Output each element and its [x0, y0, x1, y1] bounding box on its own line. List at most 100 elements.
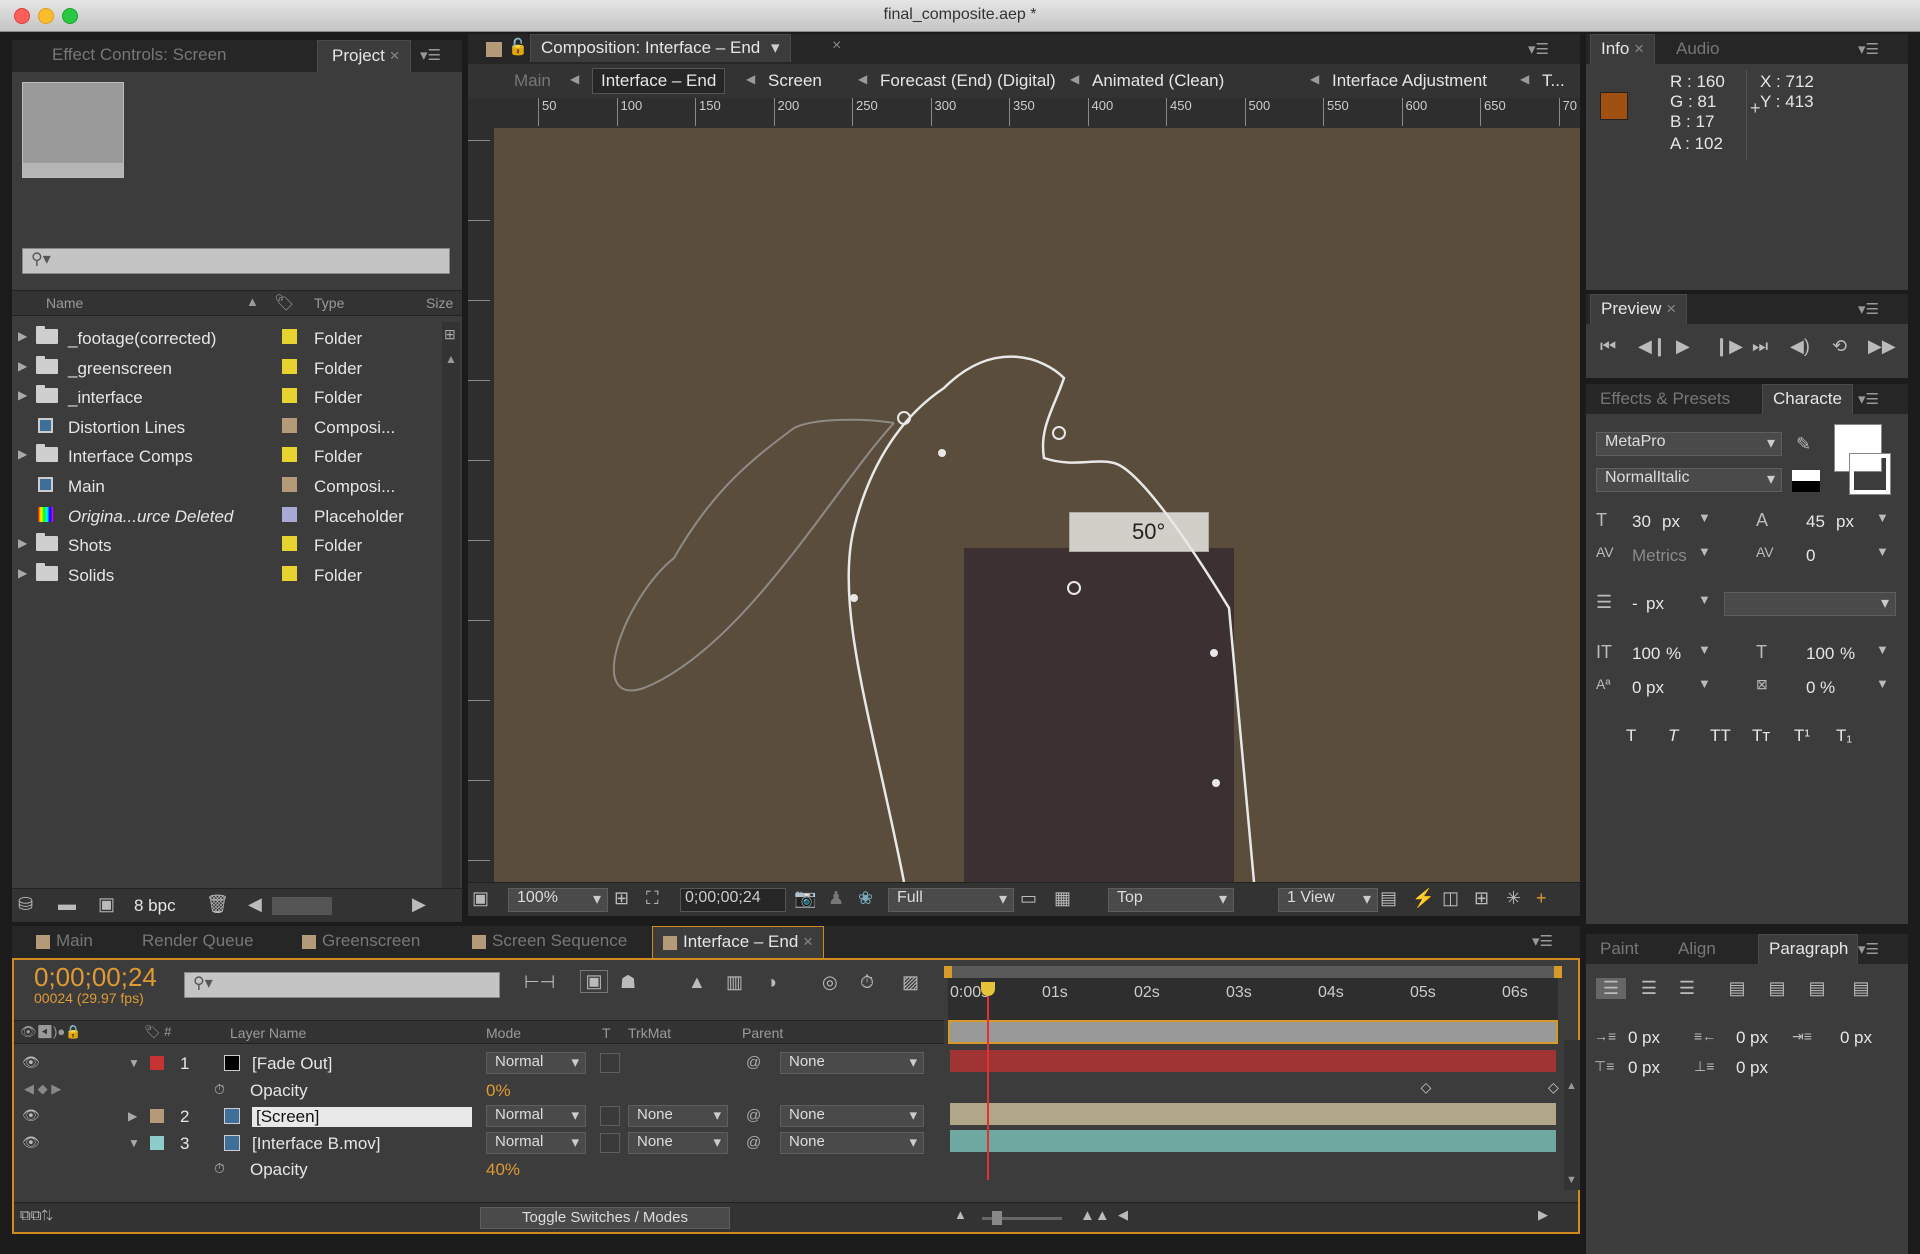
text-style-button[interactable]: Tт — [1752, 726, 1770, 746]
mask-vertex[interactable] — [1210, 649, 1218, 657]
layer-duration-bar[interactable] — [950, 1129, 1556, 1152]
space-before-value[interactable]: 0 — [1628, 1058, 1637, 1078]
layer-property-row[interactable]: ⏱ Opacity 40% — [14, 1156, 944, 1182]
text-style-button[interactable]: T — [1668, 726, 1678, 746]
project-item[interactable]: ▶ Solids Folder — [12, 561, 432, 590]
label-color-swatch[interactable] — [282, 477, 297, 492]
scroll-left-icon[interactable]: ◀ — [1118, 1207, 1128, 1223]
motion-blur-icon[interactable]: ✳ — [1506, 888, 1521, 909]
frame-blending-icon[interactable]: ▲ — [688, 972, 706, 993]
audio-icon[interactable]: ◀) — [1790, 336, 1810, 357]
scroll-right-icon[interactable]: ▶ — [412, 894, 426, 915]
graph-editor-icon[interactable]: ◎ — [822, 972, 838, 993]
tab-align[interactable]: Align — [1668, 934, 1726, 964]
project-item[interactable]: ▶ _interface Folder — [12, 383, 432, 412]
keyframe-marker[interactable]: ◇ — [1421, 1079, 1432, 1096]
scroll-right-icon[interactable]: ▶ — [1538, 1207, 1548, 1223]
tsume-dropdown-icon[interactable]: ▼ — [1876, 676, 1889, 691]
new-folder-icon[interactable]: ▬ — [58, 894, 76, 915]
label-color-swatch[interactable] — [282, 417, 297, 433]
zoom-navigator[interactable] — [948, 1020, 1558, 1044]
stroke-width-value[interactable]: - — [1632, 594, 1638, 614]
label-tag-icon[interactable]: 🏷 # — [144, 1024, 171, 1040]
mask-vertex[interactable] — [1212, 779, 1220, 787]
font-family-dropdown[interactable]: MetaPro — [1596, 432, 1782, 456]
stroke-width-dropdown-icon[interactable]: ▼ — [1698, 592, 1711, 607]
project-item[interactable]: ▶ _greenscreen Folder — [12, 354, 432, 383]
col-mode[interactable]: Mode — [486, 1025, 521, 1041]
hide-shy-layers-icon[interactable]: ☗ — [620, 972, 636, 993]
comp-viewer[interactable]: 50° — [494, 128, 1580, 882]
indent-left-value[interactable]: 0 — [1628, 1028, 1637, 1048]
sort-arrow-icon[interactable]: ▲ — [246, 294, 259, 309]
tab-effect-controls[interactable]: Effect Controls: Screen — [42, 40, 237, 72]
project-item[interactable]: ▶ _footage(corrected) Folder — [12, 324, 432, 353]
trash-icon[interactable]: 🗑 — [206, 894, 229, 915]
breadcrumb-item[interactable]: Interface – End — [592, 68, 726, 94]
expand-arrow-icon[interactable]: ▶ — [18, 566, 27, 580]
expand-arrow-icon[interactable]: ▶ — [18, 536, 27, 550]
text-style-button[interactable]: TT — [1710, 726, 1731, 746]
project-scrollbar[interactable]: ⊞ ▲ ▼ — [442, 322, 460, 912]
label-color-swatch[interactable] — [150, 1109, 164, 1123]
layer-name[interactable]: [Interface B.mov] — [252, 1134, 381, 1154]
expand-arrow-icon[interactable]: ▶ — [18, 359, 27, 373]
loop-icon[interactable]: ⟲ — [1832, 336, 1847, 357]
project-item[interactable]: ▶ Interface Comps Folder — [12, 442, 432, 471]
label-color-swatch[interactable] — [282, 329, 297, 344]
play-icon[interactable]: ▶ — [1676, 336, 1690, 357]
time-ruler[interactable]: 0:00s 01s 02s 03s 04s 05s 06s — [944, 966, 1562, 1020]
default-colors-icon[interactable] — [1792, 470, 1820, 492]
scroll-down-icon[interactable]: ▼ — [1566, 1174, 1577, 1186]
track-matte-dropdown[interactable]: None — [628, 1131, 728, 1154]
breadcrumb-item[interactable]: Animated (Clean) — [1092, 71, 1224, 91]
expand-arrow-icon[interactable]: ▼ — [128, 1056, 140, 1070]
timeline-tab[interactable]: Main — [26, 926, 103, 958]
tab-project[interactable]: Project × — [317, 40, 411, 72]
justify-right-icon[interactable]: ▤ — [1802, 978, 1832, 999]
toggle-pixel-icon[interactable]: ▤ — [1380, 888, 1397, 909]
leading-value[interactable]: 45 — [1806, 512, 1825, 532]
justify-center-icon[interactable]: ▤ — [1762, 978, 1792, 999]
preserve-transparency-checkbox[interactable] — [600, 1053, 620, 1073]
current-time-handle[interactable] — [981, 982, 996, 996]
breadcrumb-item[interactable]: Interface Adjustment — [1332, 71, 1487, 91]
panel-menu-icon[interactable]: ▾☰ — [1858, 940, 1879, 958]
font-style-dropdown[interactable]: NormalItalic — [1596, 468, 1782, 492]
draft-3d-icon[interactable]: ▣ — [580, 970, 608, 993]
blend-mode-dropdown[interactable]: Normal — [486, 1105, 586, 1127]
col-layer-name[interactable]: Layer Name — [230, 1025, 306, 1041]
tab-info[interactable]: Info × — [1590, 34, 1656, 64]
mask-path-overlay[interactable] — [494, 128, 1580, 882]
vscale-dropdown-icon[interactable]: ▼ — [1698, 642, 1711, 657]
project-item[interactable]: Origina...urce Deleted Placeholder — [12, 502, 432, 531]
live-update-icon[interactable]: ▨ — [902, 972, 919, 993]
preserve-transparency-checkbox[interactable] — [600, 1106, 620, 1126]
text-style-button[interactable]: T₁ — [1836, 726, 1852, 746]
breadcrumb-item[interactable]: Main — [514, 71, 551, 91]
label-tag-icon[interactable]: 🏷 — [274, 293, 294, 313]
mask-vertex[interactable] — [850, 594, 858, 602]
comp-dropdown-icon[interactable]: ▾ — [771, 38, 780, 57]
align-center-icon[interactable]: ☰ — [1634, 978, 1664, 999]
vertical-scale-value[interactable]: 100 — [1632, 644, 1660, 664]
property-value[interactable]: 40% — [486, 1160, 520, 1180]
horizontal-scale-value[interactable]: 100 — [1806, 644, 1834, 664]
mask-vertex[interactable] — [1052, 426, 1066, 440]
scroll-left-icon[interactable]: ◀ — [248, 894, 262, 915]
timeline-tab[interactable]: Screen Sequence — [462, 926, 637, 958]
expand-arrow-icon[interactable]: ▶ — [18, 388, 27, 402]
close-icon[interactable]: × — [803, 932, 813, 951]
zoom-dropdown[interactable]: 100% — [508, 888, 608, 912]
layer-name[interactable]: [Screen] — [252, 1107, 472, 1127]
pickwhip-icon[interactable]: @ — [746, 1054, 761, 1071]
kerning-value[interactable]: Metrics — [1632, 546, 1687, 566]
safe-margins-icon[interactable]: ⊞ — [614, 888, 629, 909]
project-item[interactable]: Distortion Lines Composi... — [12, 413, 432, 442]
tracking-value[interactable]: 0 — [1806, 546, 1815, 566]
col-size[interactable]: Size — [426, 295, 453, 311]
mask-vertex[interactable] — [1067, 581, 1081, 595]
close-icon[interactable]: × — [1666, 299, 1676, 318]
fast-draft-icon[interactable]: ⚡ — [1412, 888, 1434, 909]
stroke-color-swatch[interactable] — [1849, 453, 1891, 495]
